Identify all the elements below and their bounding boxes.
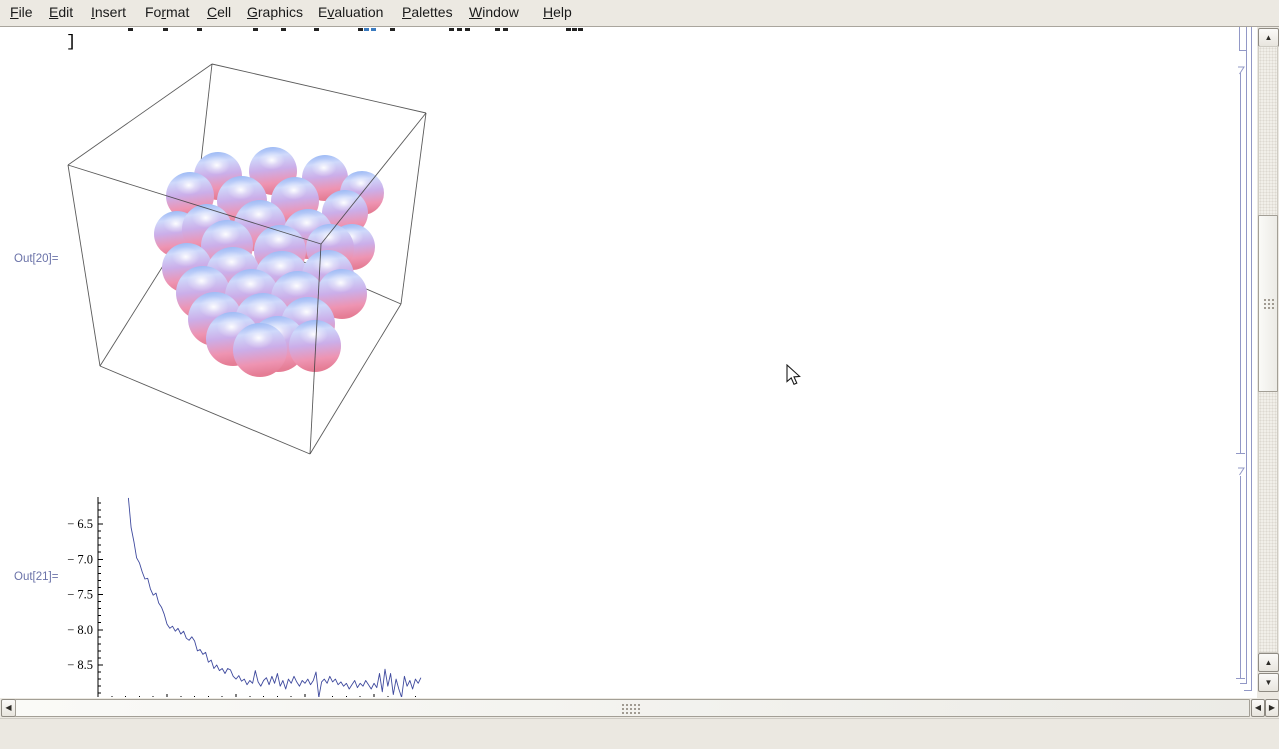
cell-bracket-out21-hook[interactable]: [1236, 678, 1245, 679]
box-edge: [67, 63, 213, 166]
vertical-scroll-thumb[interactable]: [1258, 215, 1278, 392]
plot-axes: [97, 497, 416, 697]
sphere: [233, 323, 287, 377]
cell-bracket-input-hook[interactable]: [1239, 50, 1246, 51]
code-fragment: [503, 28, 508, 31]
code-fragment: [465, 28, 470, 31]
mathematica-window: File Edit Insert Format Cell Graphics Evaluati…: [0, 0, 1279, 749]
y-tick-label: − 7.0: [67, 552, 93, 566]
energy-line-plot[interactable]: 0.51.01.52.0− 6.5− 7.0− 7.5− 8.0− 8.5: [60, 465, 440, 697]
horizontal-scroll-thumb[interactable]: [15, 699, 1250, 717]
menu-format[interactable]: Format: [145, 4, 189, 20]
scroll-left-icon: ◀: [1254, 703, 1262, 712]
cell-bracket-outer-group-hook[interactable]: [1244, 690, 1252, 691]
code-fragment: [390, 28, 395, 31]
cell-bracket-input[interactable]: [1239, 27, 1240, 50]
menu-file[interactable]: File: [10, 4, 33, 20]
cell-bracket-out20[interactable]: [1240, 73, 1241, 453]
menu-palettes[interactable]: Palettes: [402, 4, 453, 20]
code-fragment: [358, 28, 363, 31]
y-tick-label: − 6.5: [67, 517, 93, 531]
code-fragment: [163, 28, 168, 31]
cell-bracket-outer-group[interactable]: [1251, 27, 1252, 690]
thumb-grip: [1263, 298, 1274, 310]
code-fragment: [566, 28, 571, 31]
code-fragment: [253, 28, 258, 31]
code-fragment: [449, 28, 454, 31]
thumb-grip: [621, 703, 641, 714]
cell-bracket-group[interactable]: [1246, 27, 1247, 683]
out20-cell-label: Out[20]=: [14, 253, 59, 265]
menu-evaluation[interactable]: Evaluation: [318, 4, 383, 20]
tick-labels: 0.51.01.52.0− 6.5− 7.0− 7.5− 8.0− 8.5: [67, 517, 93, 672]
scroll-up-icon: ▲: [1264, 657, 1273, 667]
vertical-scrollbar[interactable]: ▲ ▲ ▼: [1257, 27, 1279, 698]
code-fragment: [371, 28, 376, 31]
scroll-right-button[interactable]: ▶: [1265, 699, 1279, 717]
box-edge: [67, 164, 101, 367]
code-fragment: [578, 28, 583, 31]
code-fragment: [314, 28, 319, 31]
menu-help[interactable]: Help: [543, 4, 572, 20]
menu-edit[interactable]: Edit: [49, 4, 73, 20]
input-cell-closing-bracket[interactable]: ]: [66, 33, 76, 52]
menu-window[interactable]: Window: [469, 4, 519, 20]
code-fragment: [495, 28, 500, 31]
code-fragment: [128, 28, 133, 31]
y-tick-label: − 7.5: [67, 588, 93, 602]
scroll-up-button-bottom[interactable]: ▲: [1258, 653, 1279, 672]
box-edge: [400, 112, 427, 305]
cell-bracket-out21[interactable]: [1240, 476, 1241, 678]
scroll-down-button[interactable]: ▼: [1258, 673, 1279, 692]
scroll-left-icon: ◀: [5, 703, 12, 712]
code-fragment: [197, 28, 202, 31]
cell-bracket-out20-flag[interactable]: [1237, 66, 1246, 75]
graphics3d-sphere-cluster[interactable]: [60, 60, 440, 462]
scroll-up-button[interactable]: ▲: [1258, 28, 1279, 47]
status-bar: 100% ▾: [0, 718, 1279, 749]
code-fragment: [457, 28, 462, 31]
energy-curve: [127, 497, 422, 697]
code-fragment: [281, 28, 286, 31]
menu-cell[interactable]: Cell: [207, 4, 231, 20]
y-tick-label: − 8.0: [67, 623, 93, 637]
out21-cell-label: Out[21]=: [14, 571, 59, 583]
scroll-down-icon: ▼: [1264, 677, 1273, 687]
mouse-cursor-icon: [786, 364, 801, 386]
menu-insert[interactable]: Insert: [91, 4, 126, 20]
menu-bar: File Edit Insert Format Cell Graphics Evaluati…: [0, 0, 1279, 27]
scroll-left-button-right[interactable]: ◀: [1251, 699, 1265, 717]
code-fragment: [364, 28, 369, 31]
menu-graphics[interactable]: Graphics: [247, 4, 303, 20]
box-edge: [99, 365, 311, 455]
code-fragment: [572, 28, 577, 31]
scroll-up-icon: ▲: [1264, 32, 1273, 42]
horizontal-scrollbar[interactable]: ◀ ◀ ▶: [0, 698, 1279, 718]
y-tick-label: − 8.5: [67, 658, 93, 672]
scroll-left-button[interactable]: ◀: [1, 699, 16, 717]
cell-bracket-group-hook[interactable]: [1240, 683, 1247, 684]
cell-bracket-out20-hook[interactable]: [1236, 453, 1245, 454]
cell-bracket-out21-flag[interactable]: [1237, 467, 1246, 476]
box-edge: [211, 63, 427, 114]
notebook-area[interactable]: ] Out[20]= Out[21]= 0.51.01.52.0− 6.5− 7…: [0, 27, 1257, 698]
scroll-right-icon: ▶: [1268, 703, 1276, 712]
